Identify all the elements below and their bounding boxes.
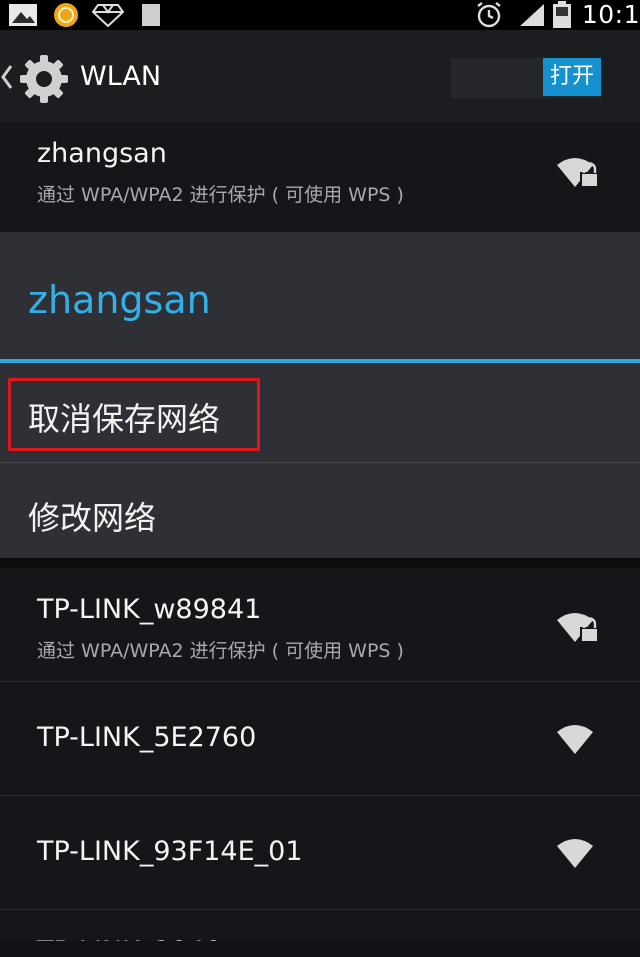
page-title: WLAN bbox=[80, 61, 162, 92]
network-name: TP-LINK_w89841 bbox=[37, 594, 262, 625]
network-name: zhangsan bbox=[37, 138, 167, 169]
dialog-title-divider bbox=[0, 359, 640, 363]
network-security: 通过 WPA/WPA2 进行保护 ( 可使用 WPS ) bbox=[37, 640, 404, 662]
wifi-lock-icon bbox=[557, 613, 599, 643]
network-name: TP-LINK_93F14E_01 bbox=[37, 836, 303, 867]
highlight-box bbox=[8, 378, 260, 451]
coin-icon bbox=[54, 3, 78, 27]
modify-network-label: 修改网络 bbox=[28, 499, 157, 537]
image-icon bbox=[9, 4, 37, 26]
network-security: 通过 WPA/WPA2 进行保护 ( 可使用 WPS ) bbox=[37, 184, 404, 206]
dialog-shadow bbox=[0, 558, 640, 568]
wifi-icon bbox=[557, 725, 593, 754]
wifi-icon bbox=[557, 839, 593, 868]
network-item[interactable]: TP-LINK_5E2760 bbox=[0, 682, 640, 795]
list-bottom-edge bbox=[0, 941, 640, 957]
network-item[interactable]: TP-LINK_w89841 通过 WPA/WPA2 进行保护 ( 可使用 WP… bbox=[0, 568, 640, 681]
dialog-title: zhangsan bbox=[28, 278, 211, 322]
chevron-left-icon[interactable] bbox=[0, 64, 14, 90]
network-name: TP-LINK_5E2760 bbox=[37, 722, 257, 753]
clock: 10:1 bbox=[581, 0, 640, 29]
status-bar: 10:1 bbox=[0, 0, 640, 30]
wlan-toggle-thumb[interactable]: 打开 bbox=[543, 58, 601, 96]
gear-icon[interactable] bbox=[18, 53, 70, 105]
battery-icon bbox=[553, 1, 571, 28]
network-item[interactable]: TP-LINK_93F14E_01 bbox=[0, 796, 640, 909]
alarm-icon bbox=[477, 2, 501, 28]
diamond-icon bbox=[92, 4, 124, 27]
modify-network-button[interactable]: 修改网络 bbox=[0, 463, 640, 558]
sim-icon bbox=[142, 4, 160, 26]
network-item[interactable]: zhangsan 通过 WPA/WPA2 进行保护 ( 可使用 WPS ) bbox=[0, 122, 640, 232]
wifi-lock-icon bbox=[557, 158, 599, 188]
signal-icon bbox=[520, 4, 544, 26]
